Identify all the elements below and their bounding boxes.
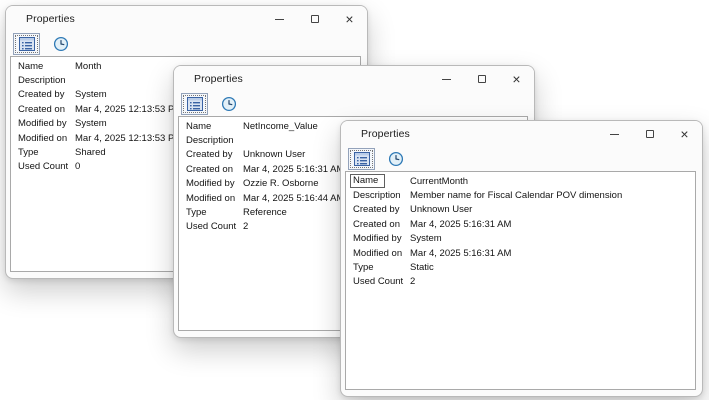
titlebar[interactable]: Properties × — [341, 121, 702, 147]
property-label: Created on — [11, 104, 75, 115]
property-label: Created on — [179, 164, 243, 175]
minimize-button[interactable] — [262, 6, 297, 32]
property-label: Name — [11, 61, 75, 72]
close-icon: × — [680, 127, 688, 141]
property-value: Static — [410, 262, 695, 273]
property-row[interactable]: Created byUnknown User — [346, 203, 695, 217]
maximize-icon — [646, 130, 654, 138]
property-label: Name — [179, 121, 243, 132]
close-button[interactable]: × — [499, 66, 534, 92]
window-controls: × — [429, 66, 534, 92]
focused-cell: Name — [350, 174, 385, 188]
property-label: Description — [11, 75, 75, 86]
list-view-button[interactable] — [348, 148, 375, 170]
property-label: Modified on — [11, 133, 75, 144]
list-view-icon — [19, 37, 35, 51]
list-view-icon — [354, 152, 370, 166]
desktop: Properties × NameMonth Description Creat… — [0, 0, 709, 400]
property-label: Modified on — [346, 248, 410, 259]
close-button[interactable]: × — [332, 6, 367, 32]
list-view-button[interactable] — [13, 33, 40, 55]
minimize-icon — [442, 79, 451, 80]
property-label: Created by — [346, 204, 410, 215]
close-icon: × — [512, 72, 520, 86]
history-button[interactable] — [382, 148, 409, 170]
property-value: Mar 4, 2025 5:16:31 AM — [410, 248, 695, 259]
property-label: Modified by — [346, 233, 410, 244]
property-row[interactable]: DescriptionMember name for Fiscal Calend… — [346, 188, 695, 202]
property-label: Modified by — [11, 118, 75, 129]
property-row[interactable]: Created onMar 4, 2025 5:16:31 AM — [346, 217, 695, 231]
property-label: Description — [346, 190, 410, 201]
property-row[interactable]: Name CurrentMonth — [346, 174, 695, 188]
maximize-icon — [478, 75, 486, 83]
property-value: 2 — [410, 276, 695, 287]
property-label: Type — [11, 147, 75, 158]
property-label: Modified on — [179, 193, 243, 204]
clock-icon — [221, 96, 237, 112]
property-label: Type — [346, 262, 410, 273]
clock-icon — [388, 151, 404, 167]
minimize-icon — [610, 134, 619, 135]
history-button[interactable] — [215, 93, 242, 115]
property-label: Created by — [11, 89, 75, 100]
property-label: Created on — [346, 219, 410, 230]
minimize-icon — [275, 19, 284, 20]
titlebar[interactable]: Properties × — [174, 66, 534, 92]
property-value: Unknown User — [410, 204, 695, 215]
close-icon: × — [345, 12, 353, 26]
property-label: Created by — [179, 149, 243, 160]
close-button[interactable]: × — [667, 121, 702, 147]
property-row[interactable]: Used Count2 — [346, 275, 695, 289]
properties-window-3: Properties × Name CurrentMonth Descriptio… — [340, 120, 703, 397]
properties-list: Name CurrentMonth DescriptionMember name … — [345, 171, 696, 390]
list-view-icon — [187, 97, 203, 111]
maximize-button[interactable] — [632, 121, 667, 147]
maximize-button[interactable] — [464, 66, 499, 92]
property-label: Type — [179, 207, 243, 218]
window-title: Properties — [26, 13, 75, 25]
toolbar — [341, 147, 702, 171]
maximize-button[interactable] — [297, 6, 332, 32]
window-title: Properties — [361, 128, 410, 140]
window-controls: × — [597, 121, 702, 147]
property-label: Used Count — [11, 161, 75, 172]
history-button[interactable] — [47, 33, 74, 55]
property-row[interactable]: Modified onMar 4, 2025 5:16:31 AM — [346, 246, 695, 260]
property-row[interactable]: Modified bySystem — [346, 232, 695, 246]
list-view-button[interactable] — [181, 93, 208, 115]
property-label: Used Count — [346, 276, 410, 287]
titlebar[interactable]: Properties × — [6, 6, 367, 32]
property-row[interactable]: TypeStatic — [346, 260, 695, 274]
property-label: Name — [346, 174, 410, 188]
property-value: CurrentMonth — [410, 176, 695, 187]
toolbar — [6, 32, 367, 56]
property-label: Description — [179, 135, 243, 146]
maximize-icon — [311, 15, 319, 23]
minimize-button[interactable] — [429, 66, 464, 92]
window-title: Properties — [194, 73, 243, 85]
property-label: Used Count — [179, 221, 243, 232]
property-value: System — [410, 233, 695, 244]
toolbar — [174, 92, 534, 116]
property-label: Modified by — [179, 178, 243, 189]
property-value: Mar 4, 2025 5:16:31 AM — [410, 219, 695, 230]
window-controls: × — [262, 6, 367, 32]
clock-icon — [53, 36, 69, 52]
property-value: Member name for Fiscal Calendar POV dime… — [410, 190, 695, 201]
minimize-button[interactable] — [597, 121, 632, 147]
